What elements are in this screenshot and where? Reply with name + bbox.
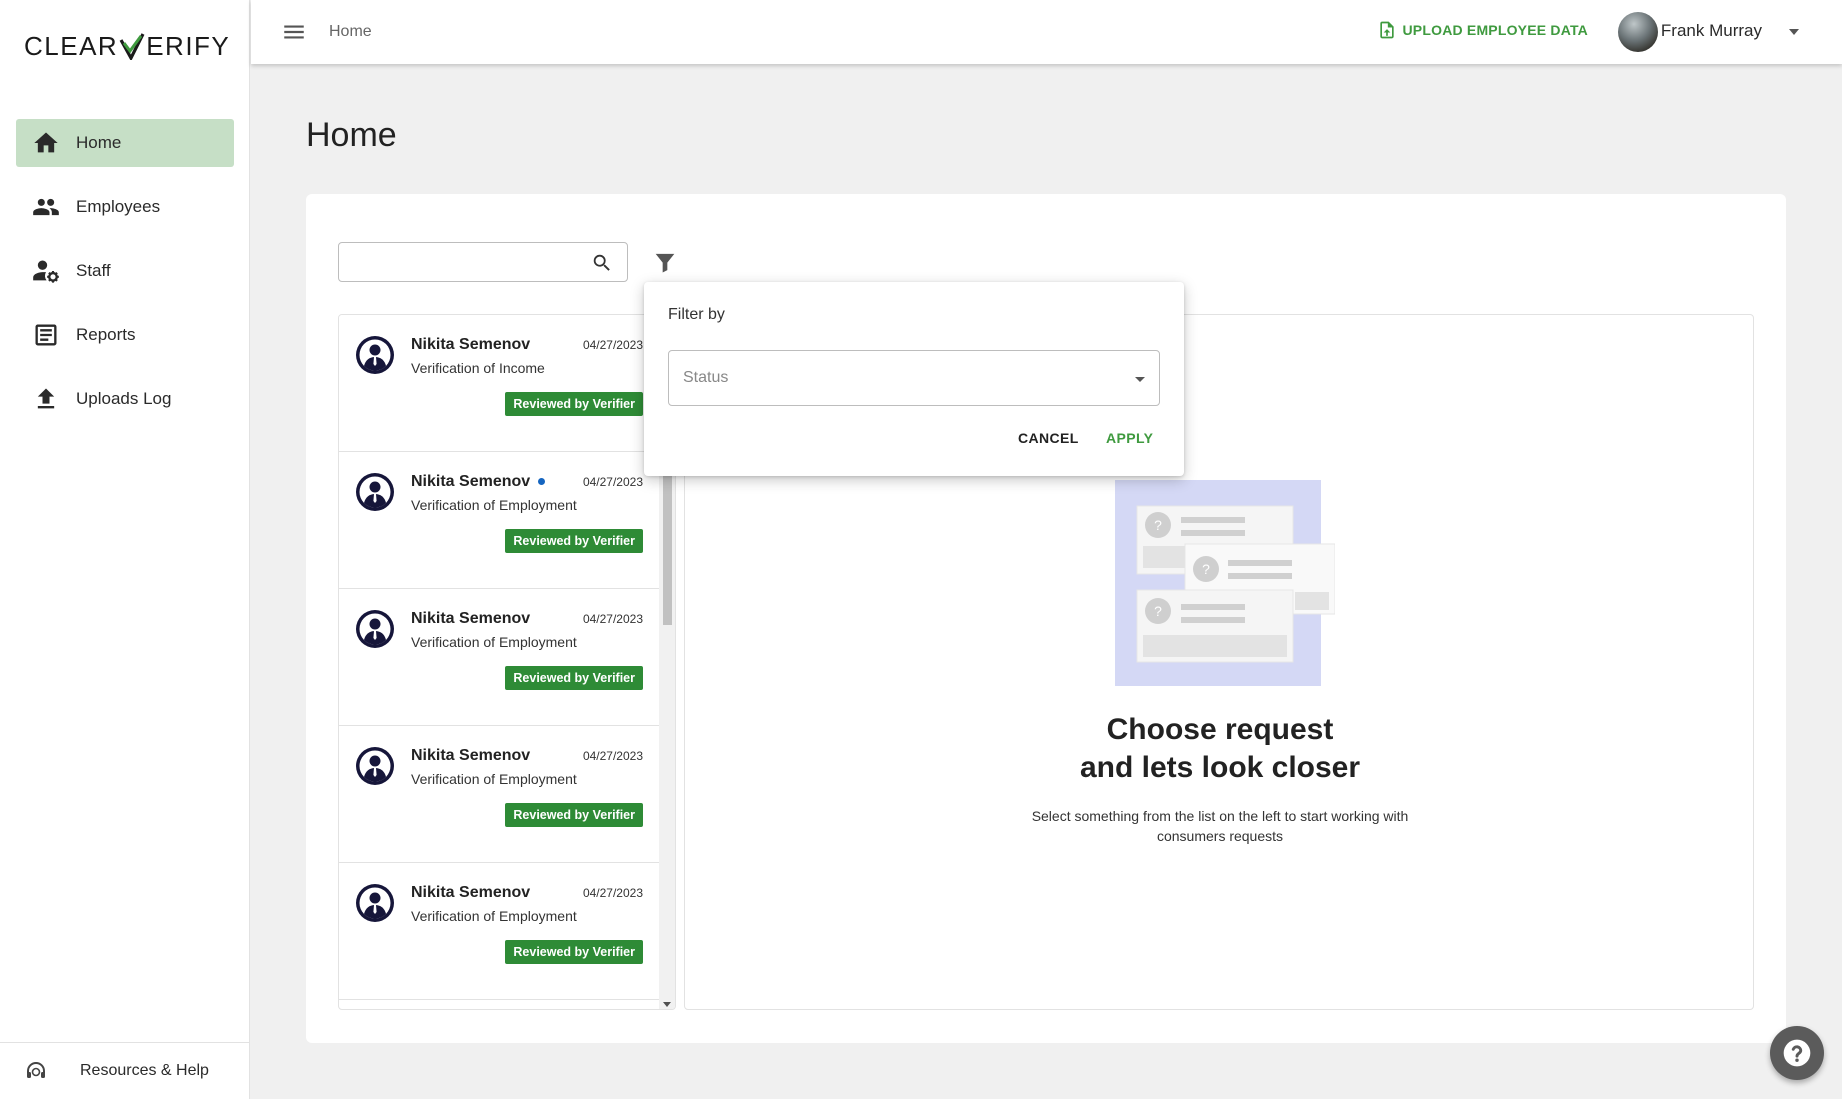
cancel-button[interactable]: CANCEL [1018, 430, 1079, 446]
upload-icon [37, 388, 55, 409]
user-avatar-icon [356, 473, 394, 511]
list-item[interactable]: Nikita Semenov 04/27/2023 Verification o… [339, 589, 659, 726]
checkmark-logo-icon [119, 33, 145, 60]
requester-name: Nikita Semenov [411, 884, 530, 902]
request-date: 04/27/2023 [582, 338, 643, 352]
status-select-placeholder: Status [683, 369, 729, 386]
empty-state-title: Choose request and lets look closer [685, 711, 1755, 787]
breadcrumb: Home [329, 23, 372, 40]
status-badge: Reviewed by Verifier [505, 666, 643, 690]
requester-name-text: Nikita Semenov [411, 473, 531, 490]
sidebar-item-label: Home [76, 133, 122, 152]
list-item[interactable]: Nikita Semenov 04/27/2023 Verification o… [339, 452, 659, 589]
request-type: Verification of Employment [411, 771, 577, 787]
hamburger-menu-icon[interactable] [281, 19, 307, 45]
file-upload-icon [1379, 21, 1394, 39]
request-date: 04/27/2023 [582, 886, 643, 900]
filter-by-label: Filter by [668, 306, 725, 323]
list-item[interactable]: Nikita Semenov 04/27/2023 Verification o… [339, 863, 659, 1000]
resources-help-link[interactable]: Resources & Help [0, 1042, 250, 1099]
svg-text:?: ? [1154, 603, 1162, 619]
user-avatar-icon [356, 610, 394, 648]
sidebar-item-staff[interactable]: Staff [16, 247, 234, 295]
request-type: Verification of Employment [411, 908, 577, 924]
empty-state-subtitle: Select something from the list on the le… [1031, 808, 1409, 844]
chevron-down-icon[interactable] [1782, 24, 1806, 40]
user-avatar-icon [356, 747, 394, 785]
empty-state-title-line2: and lets look closer [1079, 751, 1361, 784]
sidebar-item-uploads-log[interactable]: Uploads Log [16, 375, 234, 423]
svg-text:?: ? [1202, 561, 1210, 577]
upload-employee-data-label: UPLOAD EMPLOYEE DATA [1402, 22, 1588, 38]
sidebar-item-label: Employees [76, 197, 161, 216]
avatar[interactable] [1618, 12, 1658, 52]
search-field[interactable] [338, 242, 628, 282]
svg-text:?: ? [1154, 517, 1162, 533]
filter-icon[interactable] [651, 248, 679, 276]
requester-name: Nikita Semenov [411, 473, 546, 491]
reports-icon [35, 324, 57, 346]
requester-name-text: Nikita Semenov [411, 336, 531, 353]
sidebar-nav: Home Employees Staff Reports Uploads Log [16, 119, 234, 439]
unread-indicator [538, 478, 546, 486]
list-item[interactable]: Nikita Semenov 04/27/2023 Verification o… [339, 315, 659, 452]
sidebar: CLEAR ERIFY Home Employees Staff Reports… [0, 0, 250, 1099]
user-avatar-icon [356, 336, 394, 374]
page-title: Home [306, 116, 397, 154]
request-type: Verification of Income [411, 360, 545, 376]
logo[interactable]: CLEAR ERIFY [24, 30, 230, 62]
people-icon [33, 198, 59, 216]
requester-name-text: Nikita Semenov [411, 747, 531, 764]
home-icon [34, 132, 58, 153]
sidebar-item-label: Reports [76, 325, 136, 344]
sidebar-item-label: Staff [76, 261, 111, 280]
empty-state-title-line1: Choose request [1106, 713, 1334, 746]
user-avatar-icon [356, 884, 394, 922]
sidebar-item-label: Uploads Log [76, 389, 172, 408]
requester-name-text: Nikita Semenov [411, 610, 531, 627]
requester-name: Nikita Semenov [411, 610, 530, 628]
sidebar-item-home[interactable]: Home [16, 119, 234, 167]
request-date: 04/27/2023 [582, 475, 643, 489]
top-bar: Home UPLOAD EMPLOYEE DATA Frank Murray [251, 0, 1842, 64]
sidebar-item-reports[interactable]: Reports [16, 311, 234, 359]
empty-state-illustration: ? ? ? [1115, 480, 1335, 686]
requester-name: Nikita Semenov [411, 336, 530, 354]
staff-settings-icon [33, 260, 59, 283]
sidebar-item-employees[interactable]: Employees [16, 183, 234, 231]
request-date: 04/27/2023 [582, 612, 643, 626]
logo-text-right: ERIFY [146, 30, 231, 61]
search-input[interactable] [339, 243, 579, 281]
status-badge: Reviewed by Verifier [505, 392, 643, 416]
upload-employee-data-button[interactable]: UPLOAD EMPLOYEE DATA [1377, 20, 1589, 40]
apply-button[interactable]: APPLY [1106, 430, 1153, 446]
user-name[interactable]: Frank Murray [1661, 21, 1762, 41]
requester-name: Nikita Semenov [411, 747, 530, 765]
support-agent-icon [27, 1062, 45, 1078]
status-badge: Reviewed by Verifier [505, 803, 643, 827]
scrollbar-thumb[interactable] [663, 475, 672, 625]
list-item[interactable]: Nikita Semenov 04/27/2023 Verification o… [339, 726, 659, 863]
logo-text-left: CLEAR [24, 30, 119, 61]
status-badge: Reviewed by Verifier [505, 529, 643, 553]
request-type: Verification of Employment [411, 634, 577, 650]
search-icon[interactable] [591, 252, 613, 274]
request-date: 04/27/2023 [582, 749, 643, 763]
requester-name-text: Nikita Semenov [411, 884, 531, 901]
help-icon [1783, 1039, 1811, 1067]
status-badge: Reviewed by Verifier [505, 940, 643, 964]
scroll-down-arrow-icon[interactable] [663, 1002, 671, 1007]
filter-popover: Filter by Status CANCEL APPLY [644, 282, 1184, 476]
status-select[interactable]: Status [668, 350, 1160, 406]
request-type: Verification of Employment [411, 497, 577, 513]
resources-help-label: Resources & Help [80, 1062, 209, 1079]
dropdown-arrow-icon[interactable] [1135, 377, 1145, 382]
request-list: Nikita Semenov 04/27/2023 Verification o… [338, 314, 676, 1010]
help-fab-button[interactable] [1770, 1026, 1824, 1080]
